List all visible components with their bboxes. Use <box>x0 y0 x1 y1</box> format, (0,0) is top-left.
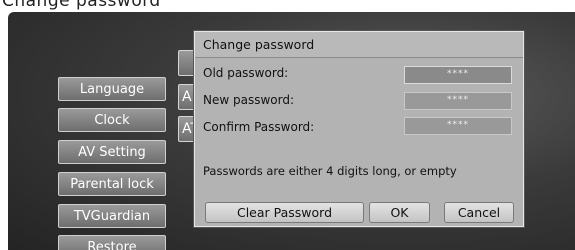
new-password-label: New password: <box>203 93 295 107</box>
cancel-button[interactable]: Cancel <box>444 202 514 223</box>
old-password-label: Old password: <box>203 66 289 80</box>
menu-item-av-setting[interactable]: AV Setting <box>58 140 166 164</box>
screen: Change password Language Clock AV Settin… <box>0 0 575 250</box>
confirm-password-field[interactable]: **** <box>404 117 512 135</box>
confirm-password-label: Confirm Password: <box>203 120 315 134</box>
change-password-dialog: Change password Old password: **** New p… <box>194 31 524 227</box>
menu-item-language[interactable]: Language <box>58 77 166 101</box>
dialog-title: Change password <box>195 32 523 58</box>
password-hint: Passwords are either 4 digits long, or e… <box>203 164 457 178</box>
old-password-field[interactable]: **** <box>404 66 512 84</box>
top-caption: Change password <box>2 0 161 11</box>
clear-password-button[interactable]: Clear Password <box>205 202 364 223</box>
menu-item-clock[interactable]: Clock <box>58 108 166 132</box>
menu-item-restore[interactable]: Restore <box>58 235 166 250</box>
new-password-field[interactable]: **** <box>404 92 512 110</box>
menu-item-tvguardian[interactable]: TVGuardian <box>58 204 166 228</box>
ok-button[interactable]: OK <box>369 202 430 223</box>
menu-item-parental-lock[interactable]: Parental lock <box>58 172 166 196</box>
